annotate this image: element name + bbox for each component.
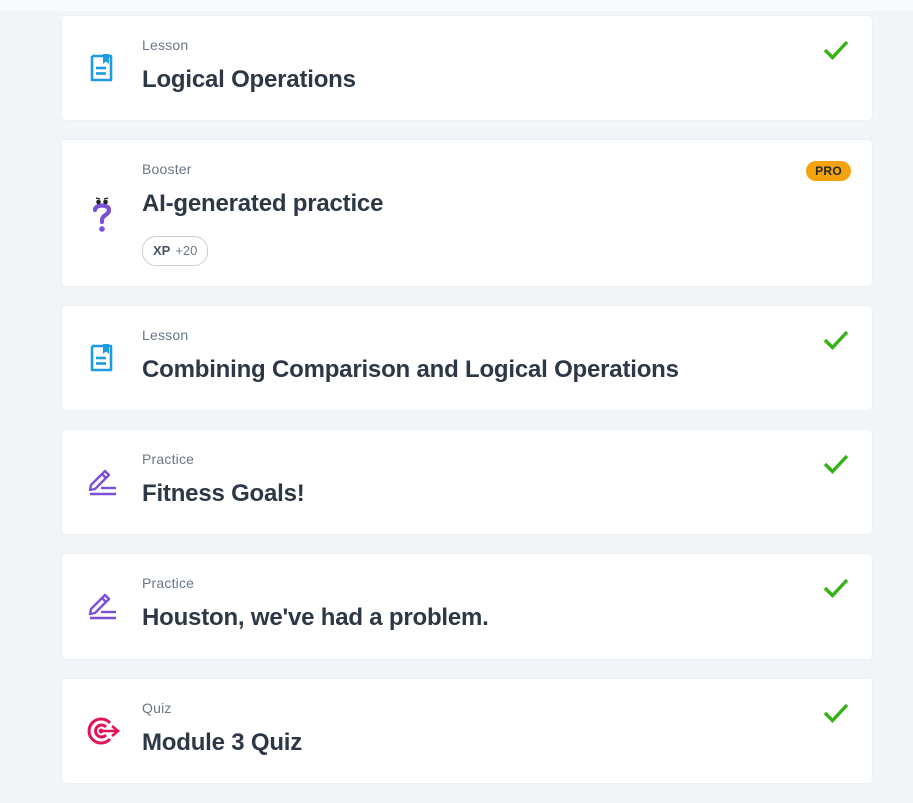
item-type: Practice (142, 575, 195, 591)
list-item[interactable]: Lesson Logical Operations (62, 16, 872, 120)
xp-label: XP (153, 243, 171, 258)
item-title[interactable]: Fitness Goals! (142, 480, 305, 508)
list-item[interactable]: Quiz Module 3 Quiz (62, 679, 872, 783)
check-icon (822, 328, 850, 352)
item-title[interactable]: Houston, we've had a problem. (142, 604, 489, 632)
list-item[interactable]: Practice Houston, we've had a problem. (62, 554, 872, 659)
list-item[interactable]: Lesson Combining Comparison and Logical … (62, 306, 872, 410)
check-icon (822, 576, 850, 600)
item-type: Lesson (142, 327, 189, 343)
item-title[interactable]: Module 3 Quiz (142, 729, 302, 757)
question-mark-icon (86, 196, 118, 232)
pro-badge: PRO (806, 161, 851, 181)
item-type: Quiz (142, 700, 172, 716)
check-icon (822, 452, 850, 476)
pencil-icon (86, 466, 118, 498)
document-icon (86, 52, 118, 84)
check-icon (822, 701, 850, 725)
xp-value: +20 (175, 243, 198, 258)
pencil-icon (86, 590, 118, 622)
item-title[interactable]: AI-generated practice (142, 190, 383, 218)
item-title[interactable]: Combining Comparison and Logical Operati… (142, 356, 679, 384)
check-icon (822, 38, 850, 62)
target-icon (86, 715, 121, 747)
list-item[interactable]: Booster AI-generated practice PRO XP +20 (62, 140, 872, 286)
top-strip (0, 0, 913, 11)
xp-reward-pill: XP +20 (142, 236, 209, 266)
item-title[interactable]: Logical Operations (142, 66, 356, 94)
list-item[interactable]: Practice Fitness Goals! (62, 430, 872, 534)
item-type: Practice (142, 451, 195, 467)
module-item-list: Lesson Logical Operations Booster AI-gen… (62, 16, 872, 803)
item-type: Lesson (142, 37, 189, 53)
item-type: Booster (142, 161, 192, 177)
document-icon (86, 342, 118, 374)
